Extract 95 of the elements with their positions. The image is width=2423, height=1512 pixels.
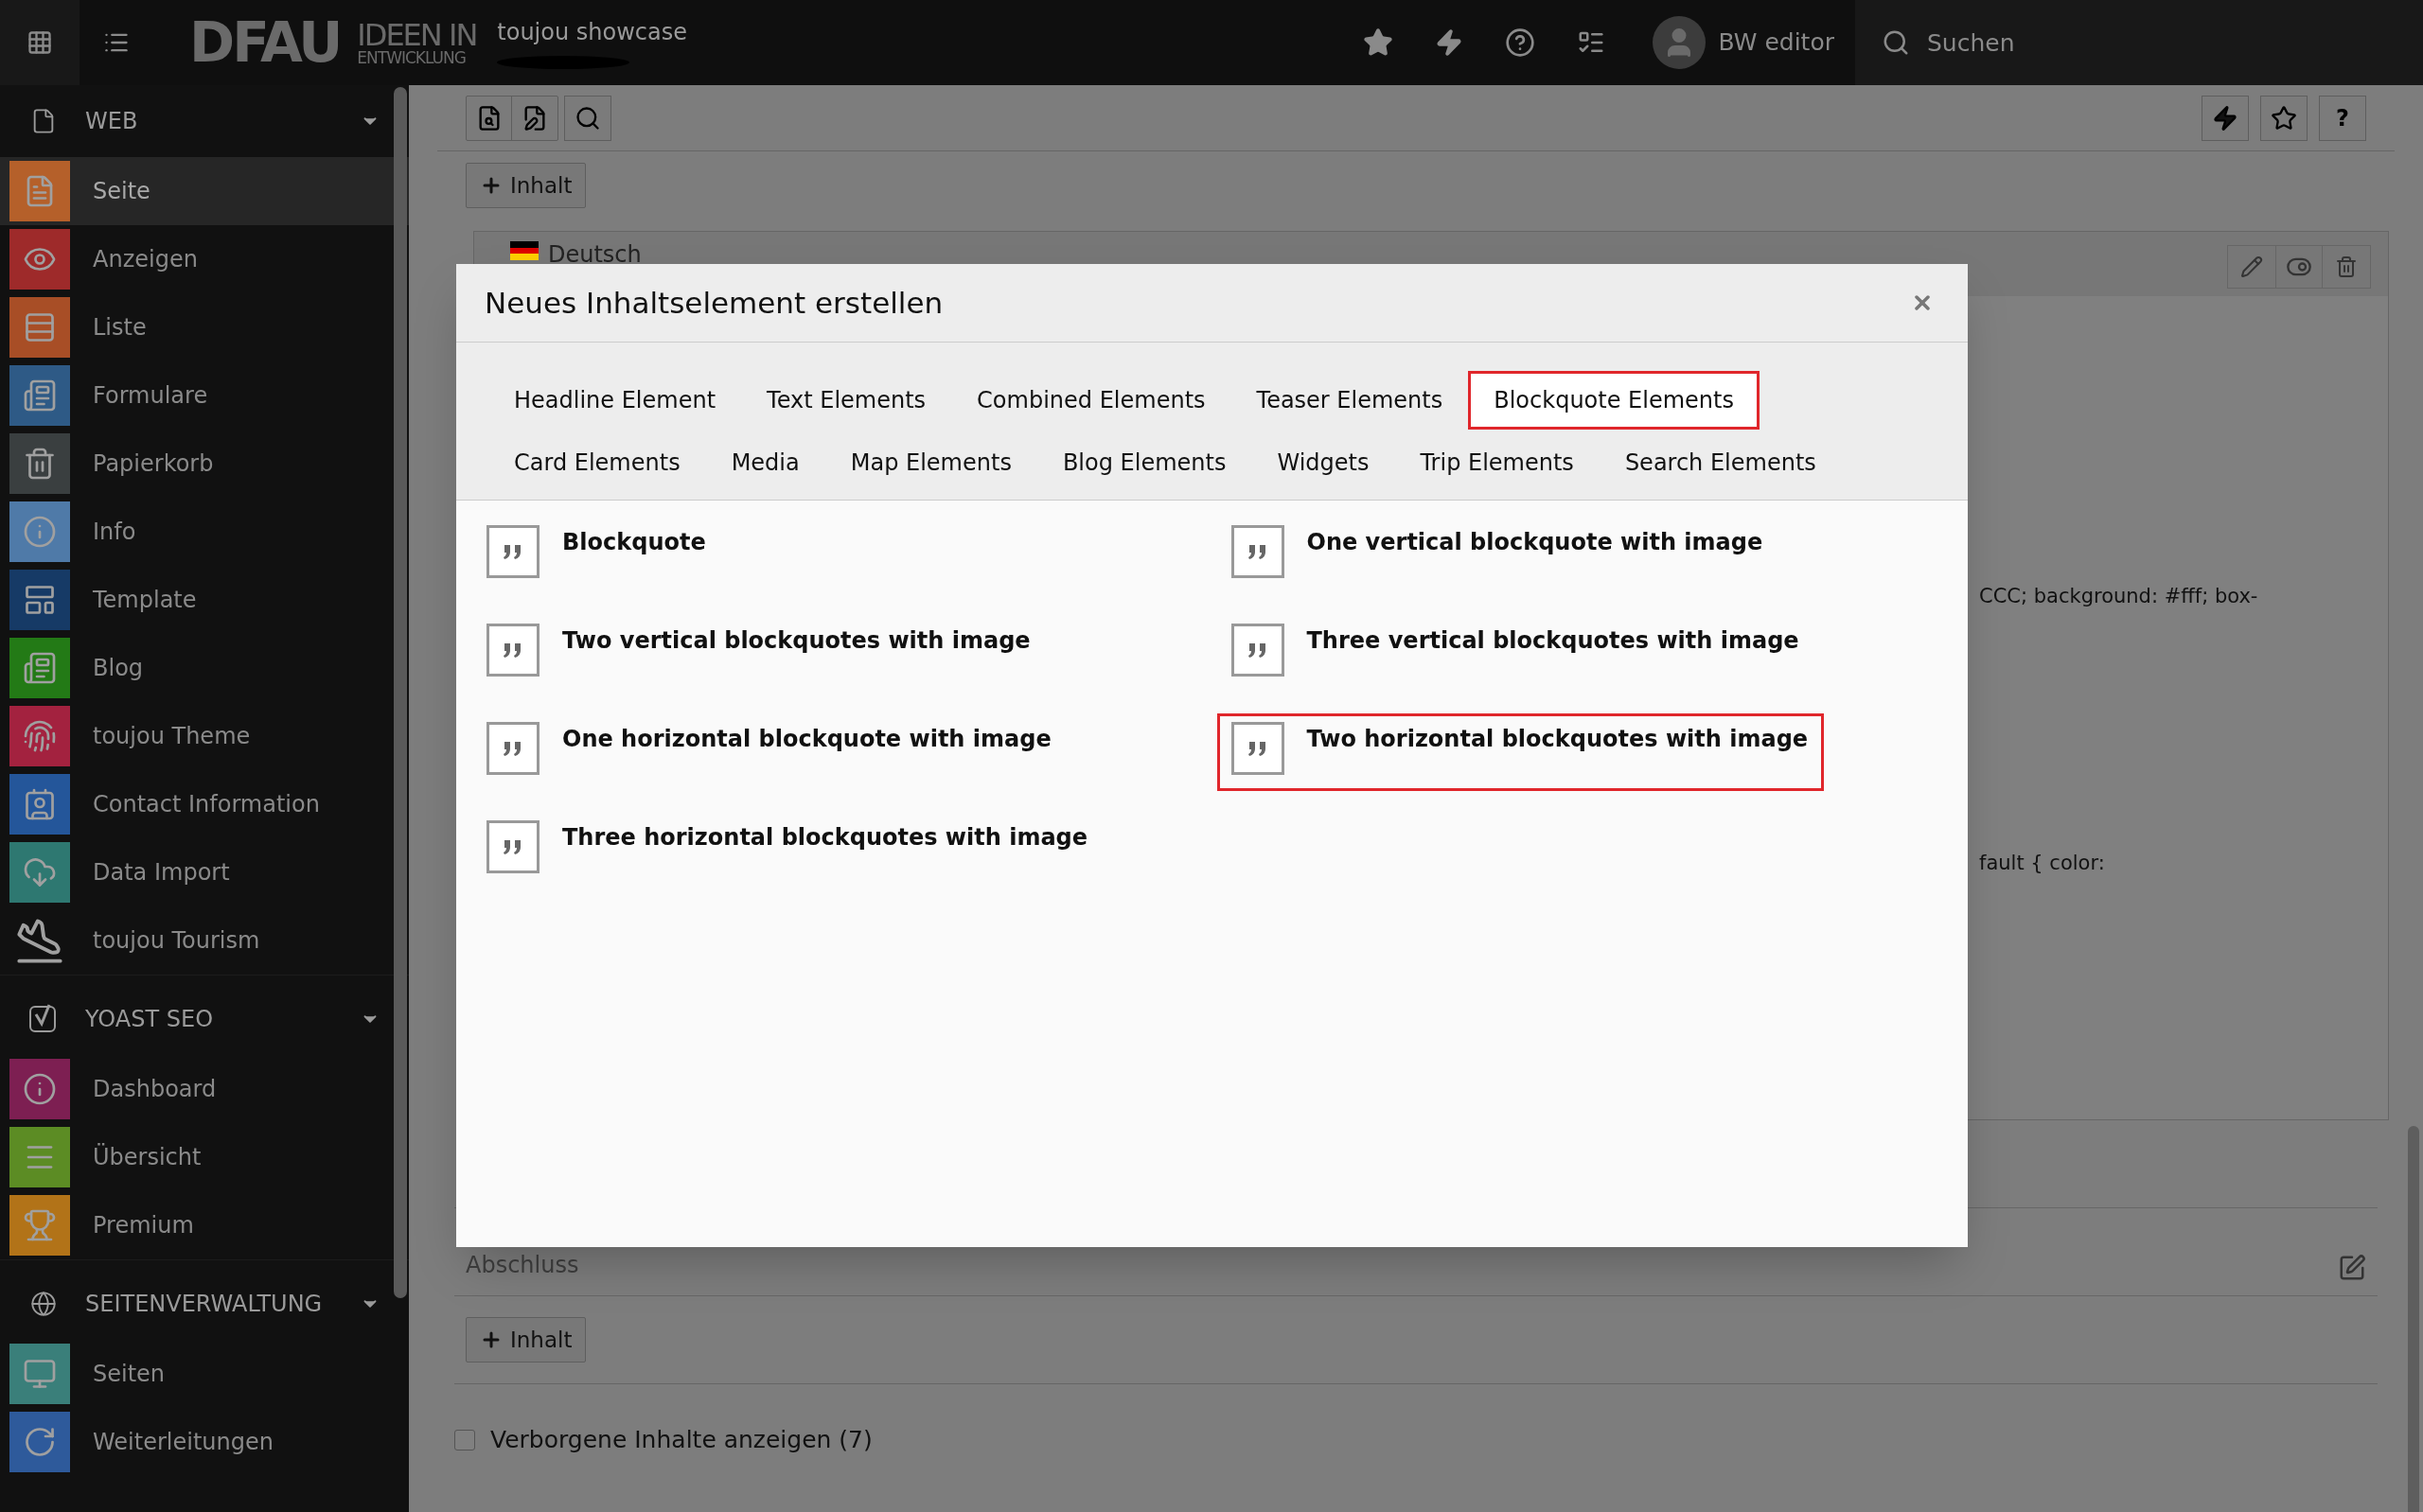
quote-icon — [486, 624, 539, 677]
module-item[interactable]: Übersicht — [0, 1123, 409, 1191]
newspaper-icon — [23, 651, 57, 685]
module-item[interactable]: toujou Theme — [0, 702, 409, 770]
search-icon — [575, 104, 601, 132]
module-group-header[interactable]: SEITENVERWALTUNG — [0, 1268, 409, 1340]
help-icon[interactable] — [1504, 27, 1535, 58]
star-icon — [2271, 104, 2297, 132]
bookmark-button[interactable] — [2260, 95, 2308, 141]
module-item[interactable]: Blog — [0, 634, 409, 702]
trash-icon — [23, 447, 57, 481]
group-title: SEITENVERWALTUNG — [85, 1290, 324, 1319]
content-element-option[interactable]: Two horizontal blockquotes with image — [1216, 713, 1825, 791]
pencil-icon — [2240, 255, 2263, 278]
info-icon — [23, 1072, 57, 1106]
module-item[interactable]: Premium — [0, 1191, 409, 1259]
section-label: Abschluss — [466, 1251, 579, 1280]
tab[interactable]: Media — [705, 433, 825, 492]
tab[interactable]: Map Elements — [824, 433, 1037, 492]
search-button[interactable] — [564, 95, 611, 141]
user-name[interactable]: BW editor — [1718, 25, 1834, 61]
refresh-icon — [23, 1425, 57, 1459]
layout-icon — [23, 583, 57, 617]
group-title: WEB — [85, 107, 139, 136]
module-item[interactable]: Info — [0, 498, 409, 566]
edit-icon[interactable] — [2338, 1254, 2366, 1282]
quote-icon — [1230, 525, 1284, 578]
globe-icon — [30, 1291, 57, 1317]
module-item[interactable]: Template — [0, 566, 409, 634]
code-text: CCC; background: #fff; box- — [1979, 584, 2259, 609]
checkbox[interactable] — [454, 1429, 475, 1450]
trophy-icon — [23, 1208, 57, 1242]
module-item[interactable]: Weiterleitungen — [0, 1408, 409, 1476]
info-icon — [23, 515, 57, 549]
content-element-option[interactable]: Three vertical blockquotes with image — [1216, 615, 1815, 693]
module-item[interactable]: Seite — [0, 157, 409, 225]
tab[interactable]: Widgets — [1251, 433, 1395, 492]
module-group-header[interactable]: WEB — [0, 85, 409, 157]
tab[interactable]: Combined Elements — [951, 371, 1231, 430]
contact-icon — [23, 787, 57, 821]
tab[interactable]: Blockquote Elements — [1468, 371, 1760, 430]
lightning-icon[interactable] — [1434, 28, 1463, 57]
tab[interactable]: Search Elements — [1599, 433, 1842, 492]
module-item[interactable]: Dashboard — [0, 1055, 409, 1123]
site-name: toujou showcase — [497, 18, 687, 47]
content-element-option[interactable]: One horizontal blockquote with image — [472, 713, 1068, 791]
content-element-option[interactable]: One vertical blockquote with image — [1216, 517, 1779, 594]
tab[interactable]: Card Elements — [488, 433, 706, 492]
trash-icon — [2335, 255, 2358, 278]
content-element-option[interactable]: Three horizontal blockquotes with image — [472, 812, 1105, 889]
module-item[interactable]: Contact Information — [0, 770, 409, 838]
language-flag-icon — [510, 241, 539, 260]
search-field[interactable]: Suchen — [1855, 0, 2423, 85]
page-scrollbar[interactable] — [2408, 1126, 2419, 1512]
sidebar-scrollbar[interactable] — [394, 87, 407, 1298]
add-content-button[interactable]: Inhalt — [466, 1317, 587, 1363]
monitor-icon — [23, 1357, 57, 1391]
module-item[interactable]: toujou Tourism — [0, 906, 409, 975]
group-title: YOAST SEO — [85, 1005, 215, 1034]
cloud-download-icon — [23, 855, 57, 889]
tab[interactable]: Trip Elements — [1394, 433, 1600, 492]
quote-icon — [486, 722, 539, 775]
module-item[interactable]: Data Import — [0, 838, 409, 906]
content-element-option[interactable]: Blockquote — [472, 517, 722, 594]
module-group-header[interactable]: YOAST SEO — [0, 983, 409, 1055]
module-item[interactable]: Seiten — [0, 1340, 409, 1408]
search-icon — [1882, 28, 1910, 57]
quote-icon — [1230, 624, 1284, 677]
apps-button[interactable] — [0, 0, 80, 85]
module-item[interactable]: Papierkorb — [0, 430, 409, 498]
dialog-title: Neues Inhaltselement erstellen — [485, 284, 945, 322]
language-label: Deutsch — [548, 240, 642, 270]
module-item[interactable]: Liste — [0, 293, 409, 361]
tab[interactable]: Headline Element — [488, 371, 742, 430]
content-element-option[interactable]: Two vertical blockquotes with image — [472, 615, 1047, 693]
add-content-button[interactable]: Inhalt — [466, 163, 587, 208]
checkbox-label: Verborgene Inhalte anzeigen (7) — [490, 1425, 873, 1455]
fingerprint-icon — [23, 719, 57, 753]
tab[interactable]: Blog Elements — [1036, 433, 1252, 492]
star-icon[interactable] — [1362, 27, 1393, 58]
help-button[interactable]: ? — [2319, 95, 2366, 141]
newspaper-icon — [23, 378, 57, 413]
module-item[interactable]: Anzeigen — [0, 225, 409, 293]
toggle-button[interactable] — [2275, 246, 2323, 288]
tab[interactable]: Teaser Elements — [1230, 371, 1469, 430]
lightning-icon — [2212, 104, 2238, 132]
code-text: fault { color: — [1979, 850, 2106, 876]
quote-icon — [486, 820, 539, 873]
quote-icon — [1230, 722, 1284, 775]
lightning-button[interactable] — [2202, 95, 2249, 141]
tab[interactable]: Text Elements — [741, 371, 952, 430]
quote-icon — [486, 525, 539, 578]
grid-icon — [27, 29, 53, 56]
list-icon — [23, 310, 57, 344]
module-item[interactable]: Formulare — [0, 361, 409, 430]
